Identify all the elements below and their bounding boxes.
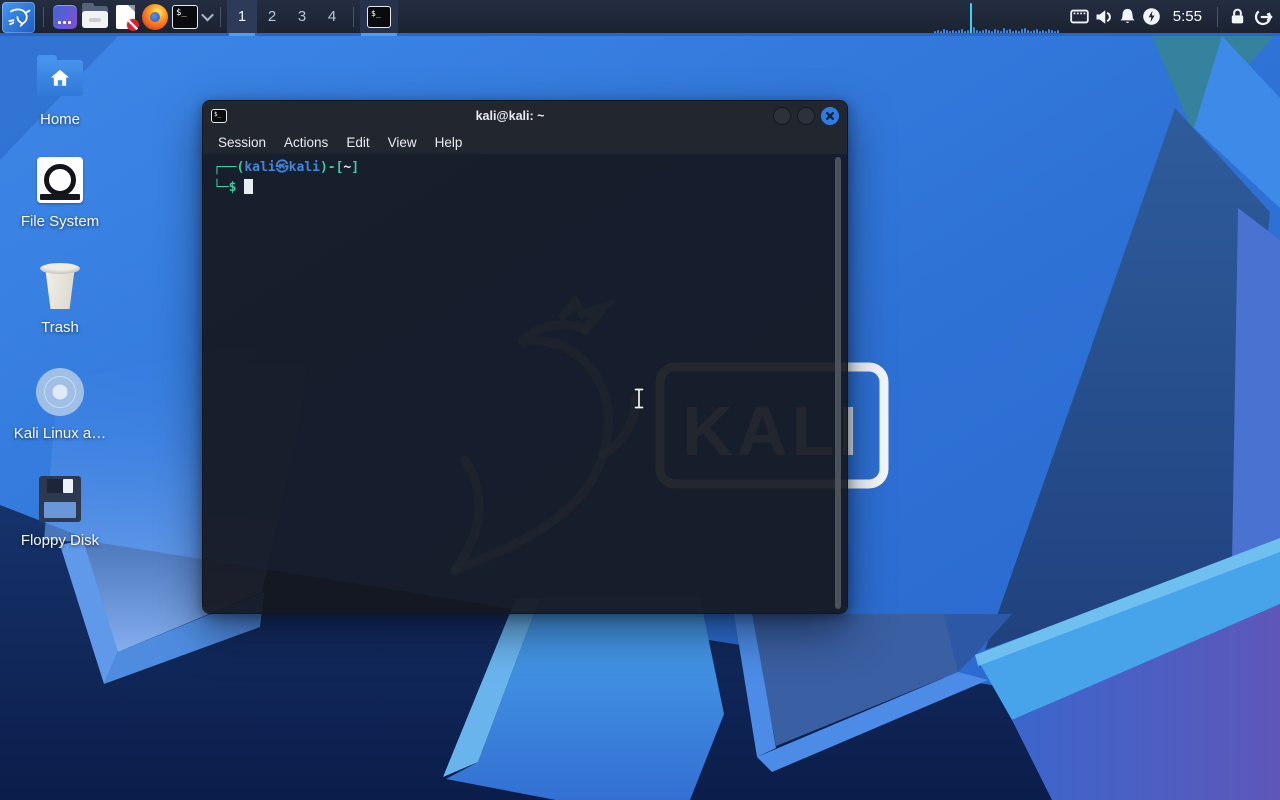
kali-disc-icon <box>36 368 84 416</box>
close-button[interactable] <box>821 107 839 125</box>
desktop: KALI Home File System Trash Kali Linux a… <box>0 0 1280 800</box>
top-panel: $_ 1 2 3 4 $_ <box>0 0 1280 36</box>
close-icon <box>822 108 838 124</box>
menu-session[interactable]: Session <box>209 134 275 151</box>
text-editor-icon <box>116 5 135 29</box>
desktop-icon-file-system[interactable]: File System <box>0 156 120 230</box>
chevron-down-icon <box>201 9 214 22</box>
desktop-icon-home[interactable]: Home <box>0 54 120 128</box>
clock[interactable]: 5:55 <box>1164 0 1211 33</box>
tray-volume-icon[interactable] <box>1092 0 1116 33</box>
panel-separator <box>220 7 221 27</box>
desktop-icon-label: Trash <box>41 319 79 336</box>
desktop-icon-label: Kali Linux a… <box>14 425 107 442</box>
terminal-cursor <box>244 179 253 194</box>
launcher-dropdown-button[interactable] <box>200 1 214 32</box>
panel-separator <box>1217 7 1218 27</box>
desktop-icon-label: Home <box>40 111 80 128</box>
launcher-window-switcher[interactable] <box>50 1 80 32</box>
workspace-2[interactable]: 2 <box>257 0 287 33</box>
desktop-icon-label: Floppy Disk <box>21 532 99 549</box>
launcher-file-manager[interactable] <box>80 1 110 32</box>
menu-actions[interactable]: Actions <box>275 134 337 151</box>
maximize-button[interactable] <box>797 107 815 125</box>
prompt-line-2: └─$ <box>213 176 837 196</box>
floppy-disk-icon <box>39 475 81 523</box>
workspace-1[interactable]: 1 <box>227 0 257 33</box>
firefox-icon <box>142 4 168 30</box>
minimize-button[interactable] <box>773 107 791 125</box>
desktop-icon-label: File System <box>21 213 99 230</box>
launcher-text-editor[interactable] <box>110 1 140 32</box>
cpu-graph[interactable] <box>932 0 1068 33</box>
desktop-icon-trash[interactable]: Trash <box>0 262 120 336</box>
panel-separator <box>353 7 354 27</box>
house-icon <box>49 68 71 88</box>
prompt-line-1: ┌──(kali㉿kali)-[~] <box>213 159 837 176</box>
launcher-firefox[interactable] <box>140 1 170 32</box>
tray-power-manager-icon[interactable] <box>1140 0 1164 33</box>
window-title: kali@kali: ~ <box>263 109 757 123</box>
terminal-menubar: Session Actions Edit View Help <box>203 131 847 154</box>
launcher-terminal[interactable]: $_ <box>170 1 200 32</box>
terminal-window: $_ kali@kali: ~ Session Actions Edit Vie… <box>202 100 848 614</box>
lock-screen-button[interactable] <box>1224 0 1250 33</box>
logout-icon <box>1253 7 1273 27</box>
menu-edit[interactable]: Edit <box>337 134 378 151</box>
mouse-ibeam-cursor <box>631 387 647 411</box>
terminal-window-icon: $_ <box>211 109 227 123</box>
panel-separator <box>43 7 44 27</box>
terminal-output-area[interactable]: ┌──(kali㉿kali)-[~] └─$ <box>203 154 847 613</box>
tray-notifications-icon[interactable] <box>1116 0 1140 33</box>
lock-icon <box>1228 7 1247 26</box>
window-titlebar[interactable]: $_ kali@kali: ~ <box>203 101 847 131</box>
desktop-icon-floppy-disk[interactable]: Floppy Disk <box>0 475 120 549</box>
desktop-icon-kali-disc[interactable]: Kali Linux a… <box>0 368 120 442</box>
workspace-4[interactable]: 4 <box>317 0 347 33</box>
trash-can-icon <box>40 262 80 310</box>
logout-button[interactable] <box>1250 0 1276 33</box>
file-manager-icon <box>82 6 108 28</box>
kali-logo-icon <box>6 5 32 29</box>
taskbar-item-terminal[interactable]: $_ <box>360 0 398 33</box>
tray-display-icon[interactable] <box>1068 0 1092 33</box>
workspace-3[interactable]: 3 <box>287 0 317 33</box>
applications-menu-button[interactable] <box>2 2 35 33</box>
terminal-icon: $_ <box>172 5 198 29</box>
terminal-icon: $_ <box>367 6 391 28</box>
terminal-scrollbar[interactable] <box>835 157 841 609</box>
file-system-drive-icon <box>37 156 83 204</box>
home-folder-icon <box>37 54 83 102</box>
prompt-user: kali㉿kali <box>244 160 320 175</box>
menu-view[interactable]: View <box>379 134 426 151</box>
window-switcher-icon <box>53 5 77 29</box>
menu-help[interactable]: Help <box>426 134 472 151</box>
